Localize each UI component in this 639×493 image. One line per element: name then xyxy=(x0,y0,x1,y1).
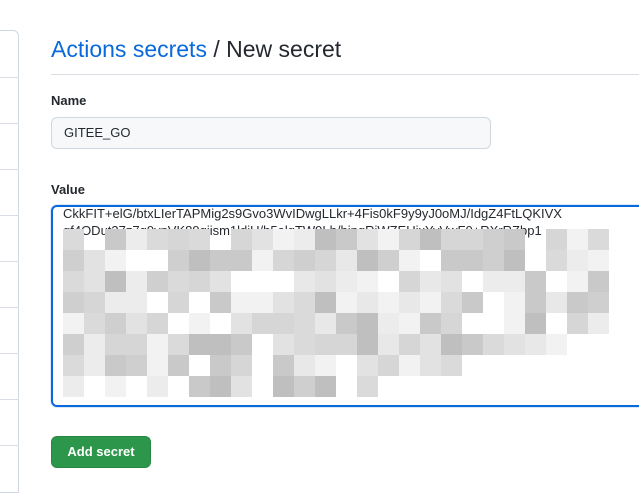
sidebar-item[interactable] xyxy=(0,169,19,170)
add-secret-button[interactable]: Add secret xyxy=(51,436,151,468)
sidebar-item[interactable] xyxy=(0,261,19,262)
sidebar-item[interactable] xyxy=(0,399,19,400)
breadcrumb-separator: / xyxy=(213,36,220,62)
secret-value-textarea[interactable]: CkkFIT+elG/btxLIerTAPMig2s9Gvo3WvIDwgLLk… xyxy=(51,205,639,407)
breadcrumb-current: New secret xyxy=(226,36,342,62)
sidebar-item[interactable] xyxy=(0,123,19,124)
settings-sidebar xyxy=(0,30,19,493)
header-divider xyxy=(51,74,639,75)
name-label: Name xyxy=(51,93,87,108)
sidebar-item[interactable] xyxy=(0,353,19,354)
sidebar-item[interactable] xyxy=(0,77,19,78)
sidebar-item[interactable] xyxy=(0,307,19,308)
secret-name-input[interactable]: GITEE_GO xyxy=(51,117,491,149)
sidebar-item[interactable] xyxy=(0,445,19,446)
breadcrumb-actions-secrets-link[interactable]: Actions secrets xyxy=(51,36,207,62)
page-title: Actions secrets / New secret xyxy=(51,34,341,64)
sidebar-item[interactable] xyxy=(0,215,19,216)
value-label: Value xyxy=(51,182,85,197)
